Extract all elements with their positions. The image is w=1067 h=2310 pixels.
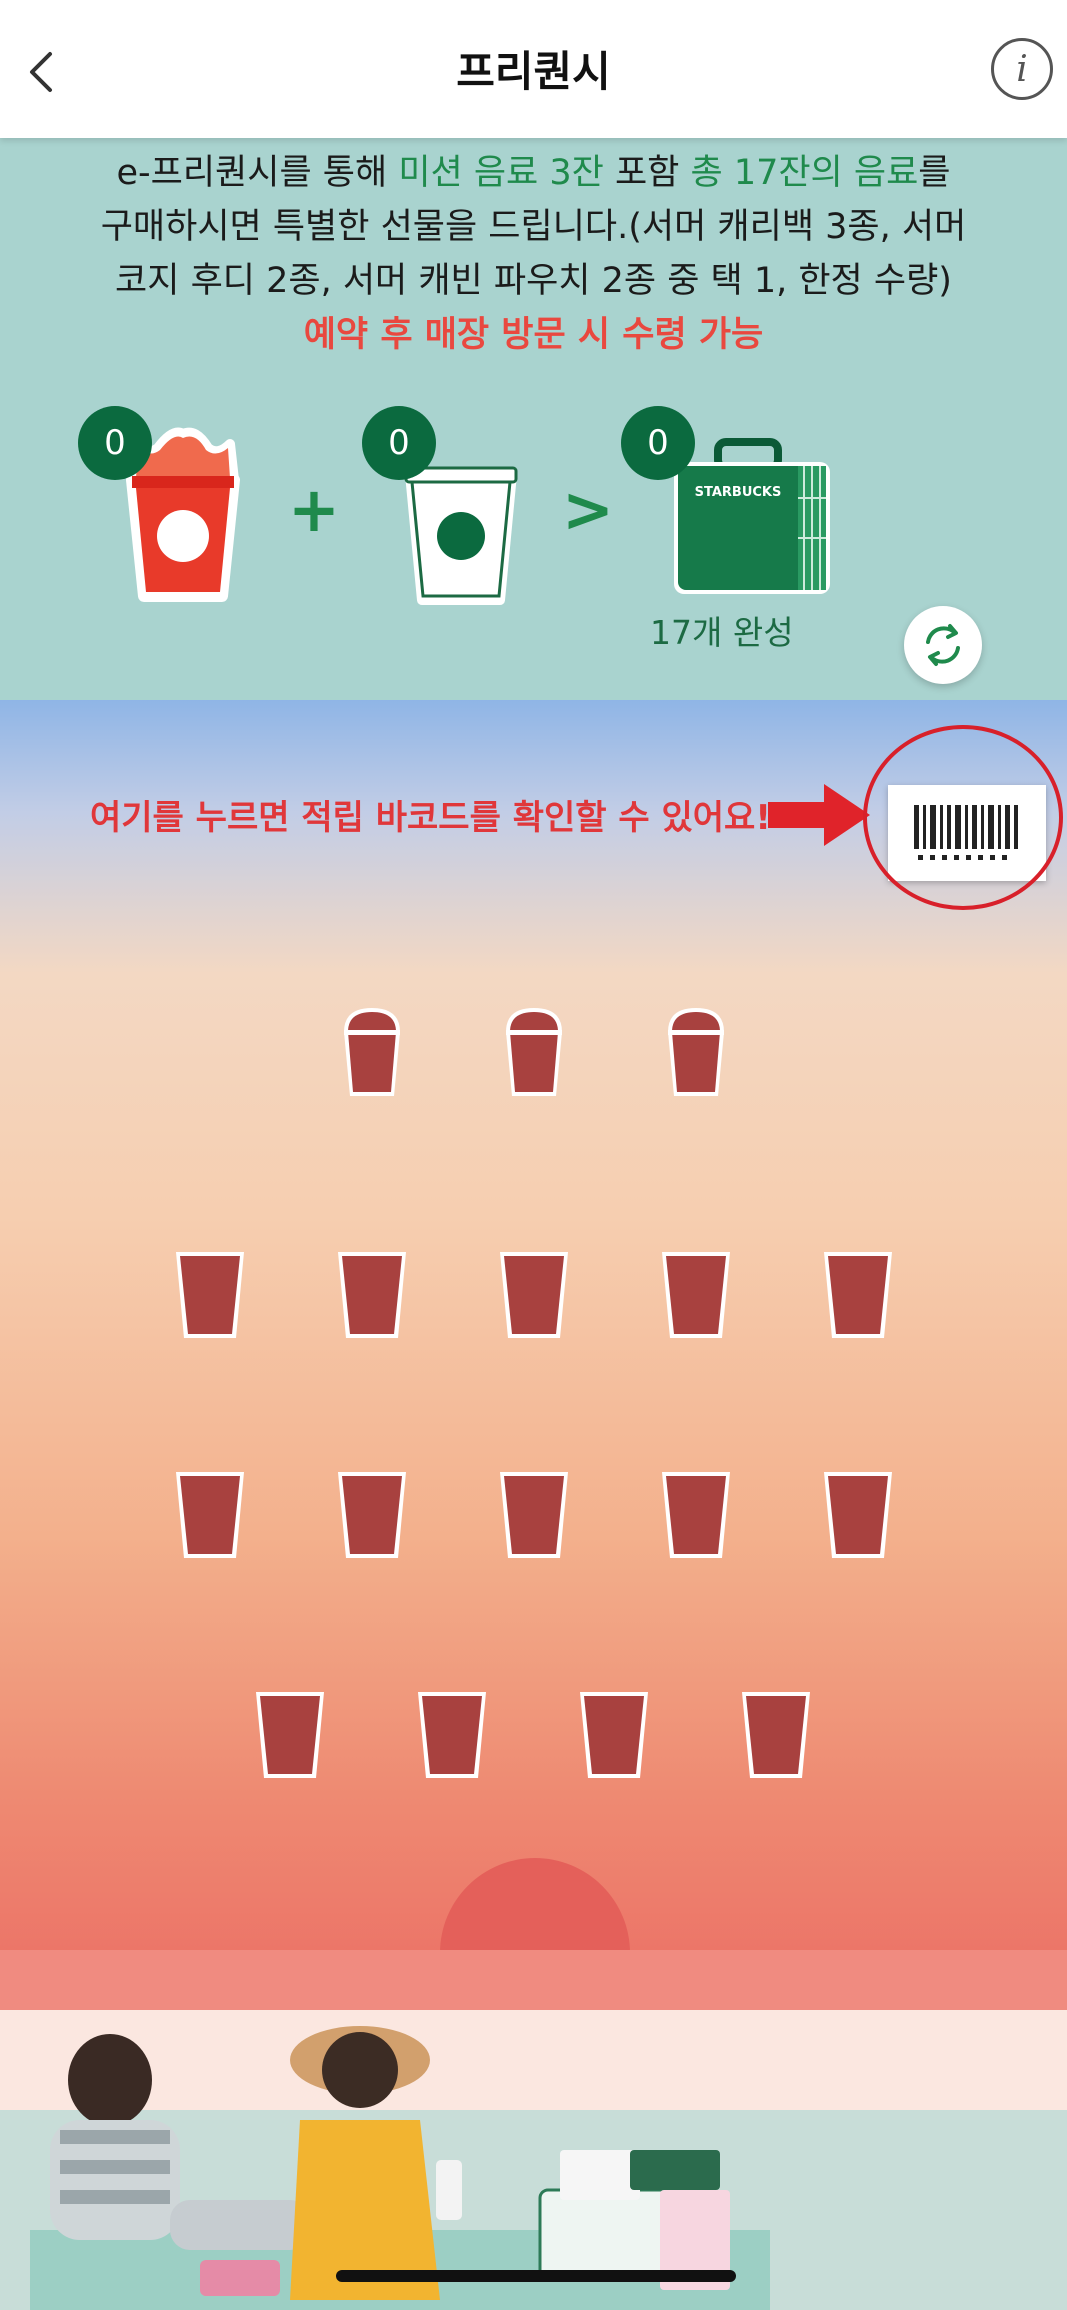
mission-count-badge: 0 [78, 406, 152, 480]
mission-drinks-highlight: 미션 음료 3잔 [398, 153, 604, 193]
regular-stamp-slot [578, 1686, 650, 1782]
regular-stamp-slot [498, 1246, 570, 1342]
regular-stamp-slot [498, 1466, 570, 1562]
page-title: 프리퀀시 [456, 47, 611, 96]
regular-stamp-slot [822, 1466, 894, 1562]
bag-brand-text: STARBUCKS [695, 485, 782, 500]
promo-line-1: e-프리퀀시를 통해 미션 음료 3잔 포함 총 17잔의 음료를 [116, 153, 951, 193]
pickup-notice: 예약 후 매장 방문 시 수령 가능 [303, 315, 764, 355]
regular-stamp-slot [254, 1686, 326, 1782]
picnic-couple-illustration [30, 2026, 770, 2310]
info-button[interactable]: i [991, 38, 1053, 100]
promo-description: e-프리퀀시를 통해 미션 음료 3잔 포함 총 17잔의 음료를 구매하시면 … [30, 146, 1037, 362]
regular-stamp-slot [660, 1466, 732, 1562]
regular-stamp-slot [740, 1686, 812, 1782]
refresh-button[interactable] [904, 606, 982, 684]
completed-count-badge: 0 [621, 406, 695, 480]
arrow-sign: > [562, 473, 614, 546]
barcode-hint-text: 여기를 누르면 적립 바코드를 확인할 수 있어요! [90, 798, 771, 838]
total-drinks-highlight: 총 17잔의 음료 [690, 153, 919, 193]
regular-stamp-slot [336, 1246, 408, 1342]
regular-stamp-slot [336, 1466, 408, 1562]
regular-stamp-slot [174, 1466, 246, 1562]
plus-sign: + [288, 473, 340, 546]
promo-line-2: 구매하시면 특별한 선물을 드립니다.(서머 캐리백 3종, 서머 [100, 207, 967, 247]
completion-label: 17개 완성 [650, 613, 794, 652]
regular-stamp-slot [416, 1686, 488, 1782]
mission-stamp-slot [498, 1004, 570, 1100]
refresh-icon [926, 624, 960, 666]
pointing-arrow-icon [768, 784, 870, 846]
mission-stamp-slot [660, 1004, 732, 1100]
mission-stamp-slot [336, 1004, 408, 1100]
summer-carry-bag-icon: STARBUCKS [674, 438, 830, 594]
top-app-bar: 프리퀀시 i [0, 0, 1067, 138]
regular-stamp-slot [174, 1246, 246, 1342]
info-icon: i [1016, 48, 1028, 90]
home-indicator [336, 2270, 736, 2282]
regular-stamp-slot [822, 1246, 894, 1342]
regular-count-badge: 0 [362, 406, 436, 480]
highlight-circle-annotation [863, 725, 1063, 910]
promo-line-3: 코지 후디 2종, 서머 캐빈 파우치 2종 중 택 1, 한정 수량) [115, 261, 952, 301]
frequency-promo-panel: e-프리퀀시를 통해 미션 음료 3잔 포함 총 17잔의 음료를 구매하시면 … [0, 138, 1067, 700]
regular-stamp-slot [660, 1246, 732, 1342]
